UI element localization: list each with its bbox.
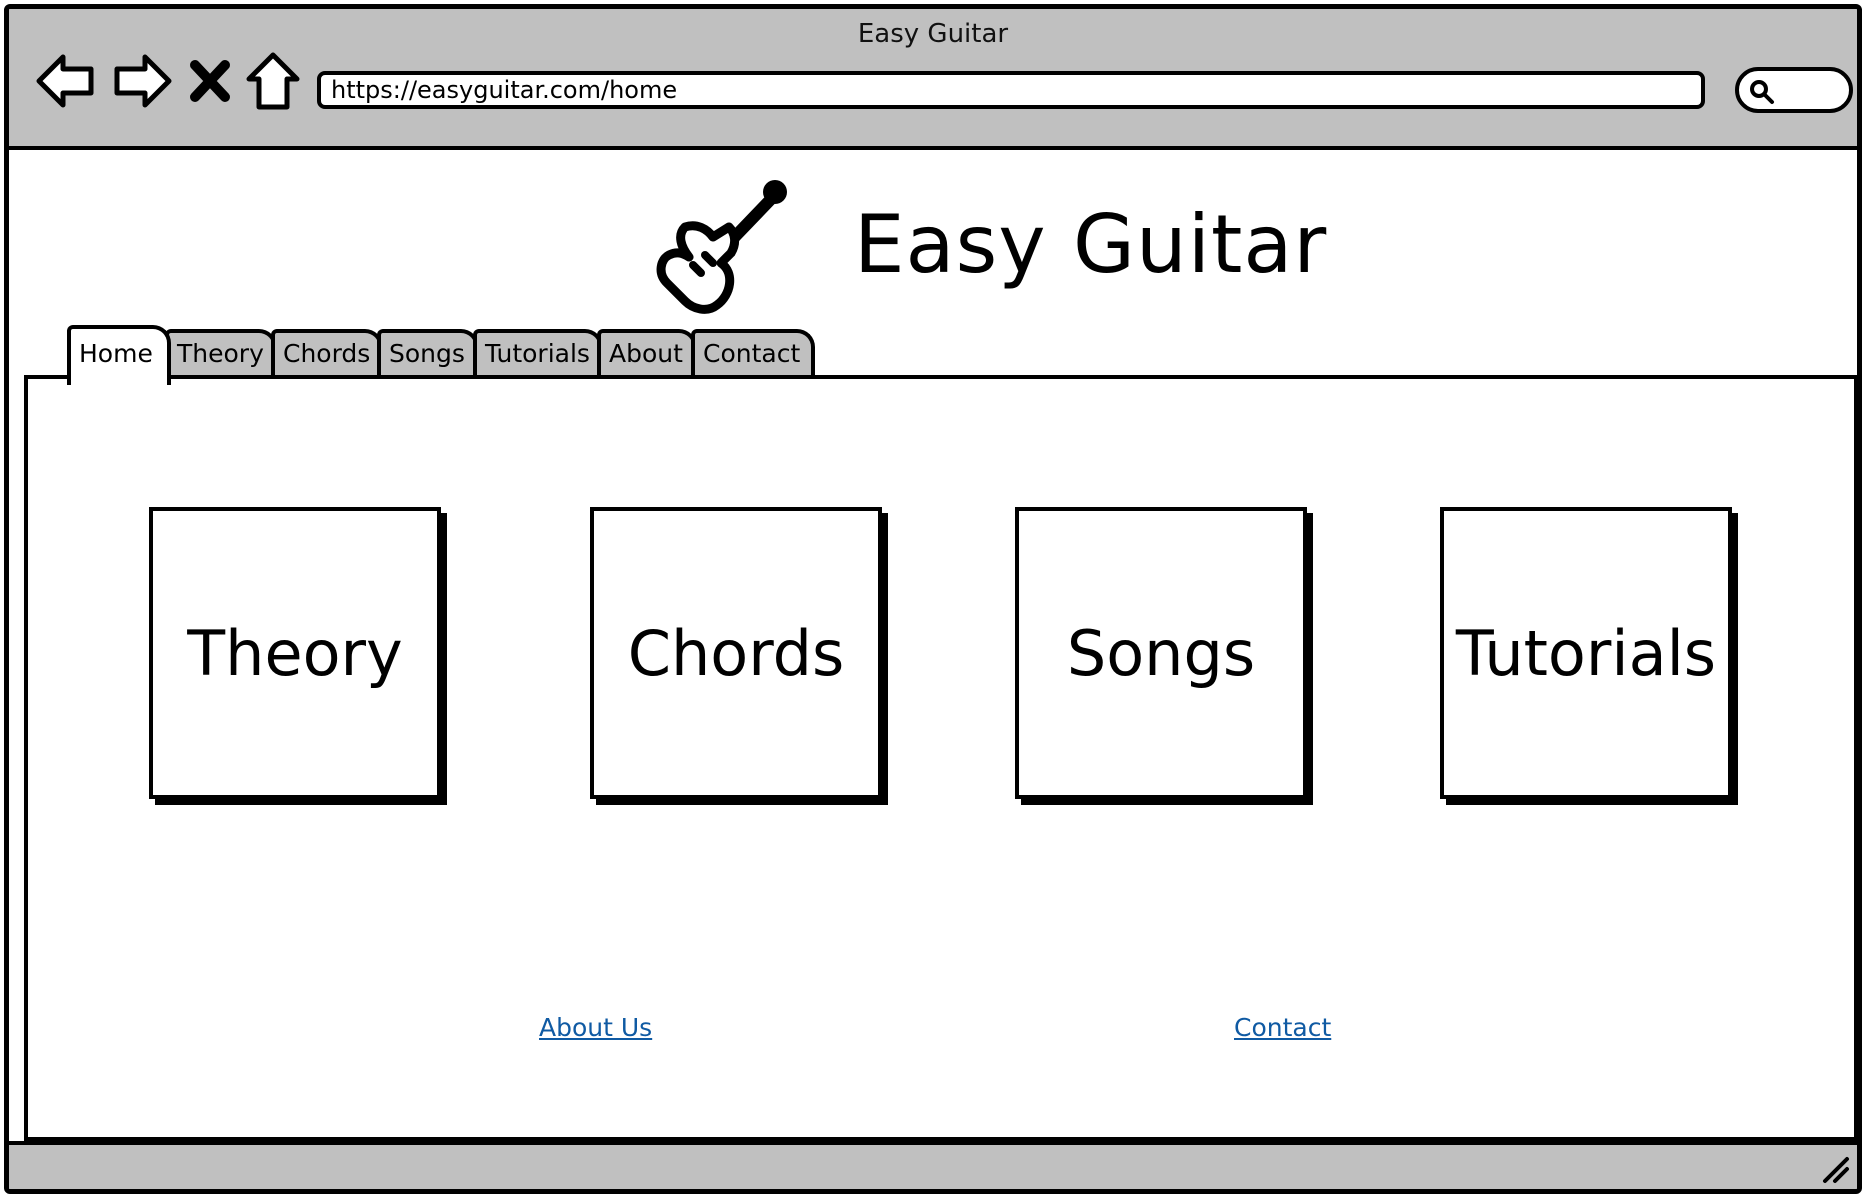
- arrow-left-icon: [36, 54, 94, 108]
- guitar-icon: [656, 180, 787, 314]
- tile-tutorials[interactable]: Tutorials: [1440, 507, 1732, 799]
- tab-songs[interactable]: Songs: [377, 329, 479, 381]
- tile-chords[interactable]: Chords: [590, 507, 882, 799]
- tab-contact[interactable]: Contact: [691, 329, 815, 381]
- contact-link[interactable]: Contact: [1234, 1013, 1331, 1042]
- about-us-link[interactable]: About Us: [539, 1013, 652, 1042]
- tab-home[interactable]: Home: [67, 325, 171, 385]
- tab-about[interactable]: About: [597, 329, 697, 381]
- home-button[interactable]: [241, 49, 305, 113]
- resize-grip-icon[interactable]: [1817, 1151, 1851, 1185]
- tab-tutorials[interactable]: Tutorials: [473, 329, 603, 381]
- tile-theory[interactable]: Theory: [149, 507, 441, 799]
- home-icon: [246, 52, 300, 110]
- status-bar: [9, 1141, 1857, 1189]
- search-field[interactable]: [1735, 67, 1853, 113]
- window-title: Easy Guitar: [857, 19, 1009, 49]
- browser-toolbar: Easy Guitar: [9, 9, 1857, 150]
- site-title: Easy Guitar: [854, 198, 1328, 291]
- tab-chords[interactable]: Chords: [271, 329, 383, 381]
- tab-theory[interactable]: Theory: [165, 329, 277, 381]
- tile-songs[interactable]: Songs: [1015, 507, 1307, 799]
- arrow-right-icon: [114, 54, 172, 108]
- search-icon: [1750, 80, 1774, 104]
- close-icon: [190, 60, 230, 102]
- stop-button[interactable]: [183, 49, 237, 113]
- browser-window: Easy Guitar https://easyguitar.com/home …: [4, 4, 1862, 1194]
- back-button[interactable]: [35, 49, 99, 113]
- forward-button[interactable]: [109, 49, 173, 113]
- address-bar[interactable]: [317, 71, 1705, 109]
- content-panel: Theory Chords Songs Tutorials About Us C…: [24, 375, 1857, 1141]
